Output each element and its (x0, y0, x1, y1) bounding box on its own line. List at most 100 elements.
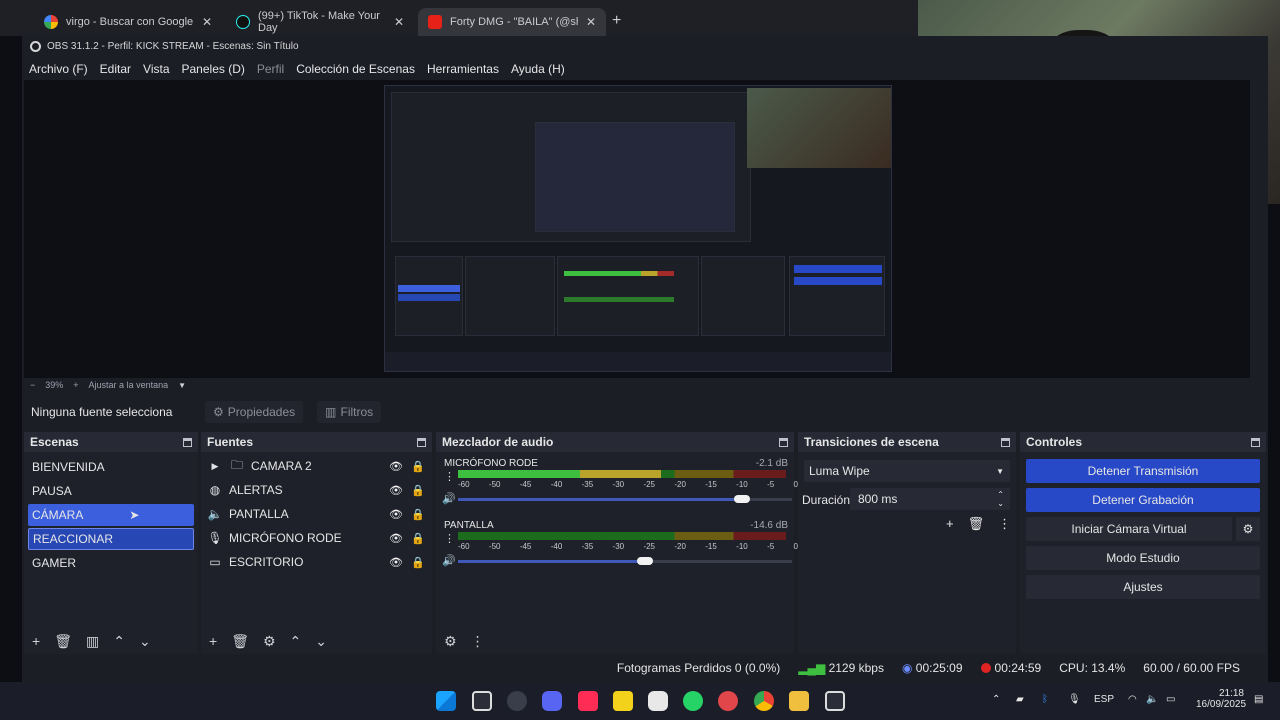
scene-item-camara[interactable]: CÁMARA ➤ (28, 504, 194, 526)
wifi-icon[interactable]: ◠ (1128, 694, 1137, 705)
close-icon[interactable]: ✕ (586, 15, 596, 29)
bluetooth-icon[interactable]: ᛒ (1042, 694, 1048, 705)
new-tab-button[interactable]: + (612, 12, 621, 30)
eye-icon[interactable]: 👁 (389, 532, 403, 545)
kebab-icon[interactable]: ⋮ (998, 516, 1011, 532)
start-virtual-camera-button[interactable]: Iniciar Cámara Virtual (1026, 517, 1232, 541)
preview-output[interactable] (384, 85, 892, 372)
checkmark-app-icon[interactable] (718, 691, 738, 711)
duration-spinbox[interactable]: 800 ms ⌃ ⌄ (850, 488, 1010, 510)
lock-icon[interactable]: 🔒 (411, 508, 425, 521)
volume-slider[interactable] (458, 495, 792, 503)
sticky-notes-icon[interactable] (613, 691, 633, 711)
obs-active-icon[interactable] (507, 691, 527, 711)
speaker-icon[interactable]: 🔊 (442, 492, 456, 505)
popout-icon[interactable] (1001, 437, 1010, 447)
advanced-audio-icon[interactable]: ⚙ (444, 633, 457, 650)
chevron-up-icon[interactable]: ⌃ (992, 694, 1000, 705)
stop-streaming-button[interactable]: Detener Transmisión (1026, 459, 1260, 483)
lock-icon[interactable]: 🔒 (411, 460, 425, 473)
eye-icon[interactable]: 👁 (389, 556, 403, 569)
filter-icon[interactable]: ▥ (86, 633, 99, 650)
whatsapp-icon[interactable] (683, 691, 703, 711)
source-item-camara2[interactable]: ▶ 🗀 CAMARA 2 👁 🔒 (201, 454, 432, 478)
kebab-icon[interactable]: ⋮ (471, 633, 485, 650)
spin-arrows-icon[interactable]: ⌃ ⌄ (997, 490, 1004, 508)
tiktok-icon[interactable] (578, 691, 598, 711)
popout-icon[interactable] (1251, 437, 1260, 447)
kebab-icon[interactable]: ⋮ (444, 532, 455, 545)
menu-editar[interactable]: Editar (100, 62, 131, 76)
close-icon[interactable]: ✕ (202, 15, 212, 29)
source-item-alertas[interactable]: ◍ ALERTAS 👁 🔒 (201, 478, 432, 502)
zoom-fit-label[interactable]: Ajustar a la ventana (89, 380, 169, 390)
menu-ayuda[interactable]: Ayuda (H) (511, 62, 565, 76)
language-indicator[interactable]: ESP (1094, 694, 1114, 705)
scene-item-bienvenida[interactable]: BIENVENIDA (28, 456, 194, 478)
file-explorer-icon[interactable] (789, 691, 809, 711)
volume-slider[interactable] (458, 557, 792, 565)
chat-icon[interactable] (648, 691, 668, 711)
popout-icon[interactable] (779, 437, 788, 447)
battery-icon[interactable]: ▭ (1166, 694, 1175, 705)
lock-icon[interactable]: 🔒 (411, 556, 425, 569)
trash-icon[interactable]: 🗑 (231, 633, 249, 650)
discord-icon[interactable] (542, 691, 562, 711)
kebab-icon[interactable]: ⋮ (444, 470, 455, 483)
slider-knob[interactable] (733, 495, 750, 503)
filters-button[interactable]: ▥ Filtros (317, 401, 382, 423)
windows-start-icon[interactable] (436, 691, 456, 711)
menu-perfil[interactable]: Perfil (257, 62, 284, 76)
browser-tab-google[interactable]: virgo - Buscar con Google ✕ (34, 8, 222, 36)
lock-icon[interactable]: 🔒 (411, 484, 425, 497)
virtual-camera-settings-button[interactable]: ⚙ (1236, 517, 1260, 541)
menu-vista[interactable]: Vista (143, 62, 169, 76)
eye-icon[interactable]: 👁 (389, 460, 403, 473)
microphone-icon[interactable]: 🎙 (1068, 694, 1081, 705)
popout-icon[interactable] (417, 437, 426, 447)
stop-recording-button[interactable]: Detener Grabación (1026, 488, 1260, 512)
tray-app-icon[interactable]: ▰ (1016, 694, 1024, 705)
obs-taskbar-icon[interactable] (472, 691, 492, 711)
chevron-down-icon[interactable]: ⌄ (139, 633, 151, 650)
popout-icon[interactable] (183, 437, 192, 447)
chevron-down-icon[interactable]: ⌄ (315, 633, 327, 650)
close-icon[interactable]: ✕ (394, 15, 404, 29)
settings-button[interactable]: Ajustes (1026, 575, 1260, 599)
trash-icon[interactable]: 🗑 (968, 516, 985, 532)
add-icon[interactable]: + (32, 633, 40, 649)
speaker-icon[interactable]: 🔊 (442, 554, 456, 567)
menu-coleccion-escenas[interactable]: Colección de Escenas (296, 62, 415, 76)
chevron-up-icon[interactable]: ⌃ (290, 633, 302, 650)
properties-button[interactable]: ⚙ Propiedades (205, 401, 304, 423)
gear-icon[interactable]: ⚙ (263, 633, 276, 650)
zoom-out-button[interactable]: − (30, 380, 35, 390)
scene-item-pausa[interactable]: PAUSA (28, 480, 194, 502)
eye-icon[interactable]: 👁 (389, 484, 403, 497)
source-item-microfono[interactable]: 🎙 MICRÓFONO RODE 👁 🔒 (201, 526, 432, 550)
scene-item-gamer[interactable]: GAMER (28, 552, 194, 574)
transition-select[interactable]: Luma Wipe ▼ (804, 460, 1010, 482)
chrome-icon[interactable] (754, 691, 774, 711)
zoom-in-button[interactable]: + (73, 380, 78, 390)
browser-tab-tiktok[interactable]: (99+) TikTok - Make Your Day ✕ (226, 8, 414, 36)
volume-icon[interactable]: 🔈 (1146, 694, 1158, 705)
obs-secondary-icon[interactable] (825, 691, 845, 711)
menu-herramientas[interactable]: Herramientas (427, 62, 499, 76)
add-icon[interactable]: + (946, 516, 954, 532)
studio-mode-button[interactable]: Modo Estudio (1026, 546, 1260, 570)
trash-icon[interactable]: 🗑 (54, 633, 72, 650)
lock-icon[interactable]: 🔒 (411, 532, 425, 545)
expand-arrow-icon[interactable]: ▶ (207, 461, 223, 472)
source-item-escritorio[interactable]: ▭ ESCRITORIO 👁 🔒 (201, 550, 432, 574)
source-item-pantalla[interactable]: 🔈 PANTALLA 👁 🔒 (201, 502, 432, 526)
add-icon[interactable]: + (209, 633, 217, 649)
menu-paneles[interactable]: Paneles (D) (182, 62, 245, 76)
browser-tab-youtube[interactable]: Forty DMG - "BAILA" (@shotby ✕ (418, 8, 606, 36)
scene-item-reaccionar[interactable]: REACCIONAR (28, 528, 194, 550)
chevron-up-icon[interactable]: ⌃ (113, 633, 125, 650)
menu-archivo[interactable]: Archivo (F) (29, 62, 88, 76)
notification-icon[interactable]: ▤ (1254, 694, 1263, 705)
clock[interactable]: 21:18 16/09/2025 (1196, 688, 1246, 710)
slider-knob[interactable] (637, 557, 654, 565)
